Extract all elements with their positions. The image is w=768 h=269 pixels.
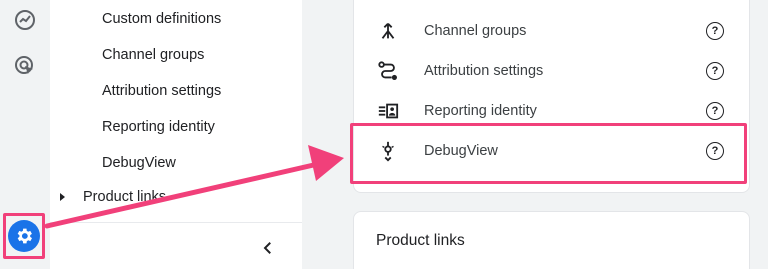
merge-icon [376,19,400,43]
gear-icon [17,228,32,244]
analytics-icon [15,10,35,30]
gear-circle [8,220,40,252]
debugview-highlight-box [350,123,747,184]
nav-item-custom-definitions[interactable]: Custom definitions [102,11,221,27]
row-attribution-settings[interactable]: Attribution settings ? [354,51,751,91]
admin-nav-panel: Custom definitions Channel groups Attrib… [50,0,302,269]
nav-divider [50,222,302,223]
nav-section-label: Product links [83,189,167,205]
collapse-nav-button[interactable] [258,236,278,260]
row-label: Attribution settings [424,63,544,79]
chevron-left-icon [263,242,271,254]
reports-button[interactable] [7,2,43,38]
nav-item-reporting-identity[interactable]: Reporting identity [102,119,215,135]
advertising-icon [15,56,33,74]
nav-section-product-links[interactable]: Product links [60,189,166,205]
identity-icon [376,99,400,123]
product-links-title: Product links [376,232,465,249]
left-rail [0,0,50,269]
row-label: Channel groups [424,23,527,39]
nav-item-debugview[interactable]: DebugView [102,155,176,171]
row-channel-groups[interactable]: Channel groups ? [354,11,751,51]
route-icon [376,59,400,83]
row-label: Reporting identity [424,103,537,119]
nav-item-channel-groups[interactable]: Channel groups [102,47,204,63]
product-links-card: Product links [353,211,750,269]
admin-settings-button[interactable] [3,213,45,259]
help-icon[interactable]: ? [706,22,724,40]
nav-item-attribution-settings[interactable]: Attribution settings [102,83,221,99]
help-icon[interactable]: ? [706,102,724,120]
help-icon[interactable]: ? [706,62,724,80]
caret-right-icon [60,193,65,201]
main-content: Channel groups ? Attribution settings ? … [302,0,768,269]
advertising-button[interactable] [7,48,43,84]
